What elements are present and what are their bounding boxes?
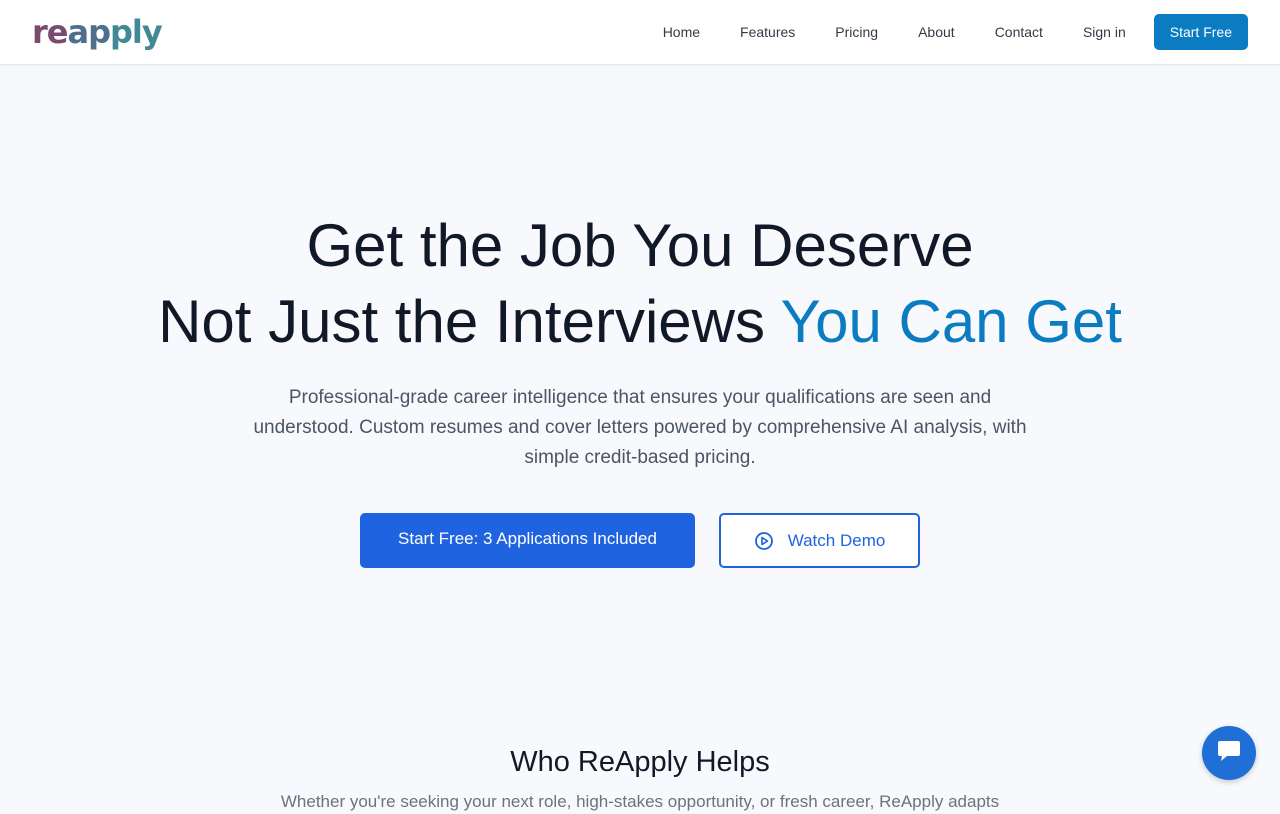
start-free-applications-label: Start Free: 3 Applications Included bbox=[398, 528, 657, 548]
watch-demo-button[interactable]: Watch Demo bbox=[719, 513, 920, 568]
logo-part-3: ply bbox=[109, 13, 163, 51]
section-subtitle: Whether you're seeking your next role, h… bbox=[280, 792, 1000, 811]
hero-title-line-1: Get the Job You Deserve bbox=[306, 212, 974, 279]
nav-about[interactable]: About bbox=[918, 14, 955, 50]
hero-title-line-2-accent: You Can Get bbox=[780, 288, 1122, 355]
nav-contact[interactable]: Contact bbox=[995, 14, 1043, 50]
main-nav: Home Features Pricing About Contact Sign… bbox=[663, 14, 1248, 50]
nav-pricing[interactable]: Pricing bbox=[835, 14, 878, 50]
start-free-button[interactable]: Start Free bbox=[1153, 14, 1248, 50]
watch-demo-label: Watch Demo bbox=[787, 530, 886, 550]
hero-title: Get the Job You Deserve Not Just the Int… bbox=[0, 208, 1280, 360]
reapply-logo[interactable]: re ap ply bbox=[32, 12, 163, 52]
nav-home[interactable]: Home bbox=[663, 14, 700, 50]
nav-sign-in[interactable]: Sign in bbox=[1083, 14, 1126, 50]
chat-widget-button[interactable] bbox=[1202, 726, 1256, 780]
nav-features[interactable]: Features bbox=[740, 14, 795, 50]
site-header: re ap ply Home Features Pricing About Cont… bbox=[0, 0, 1280, 65]
chat-bubble-icon bbox=[1215, 738, 1243, 769]
logo-part-1: re bbox=[32, 13, 68, 51]
section-title: Who ReApply Helps bbox=[510, 746, 770, 778]
hero-title-line-2-prefix: Not Just the Interviews bbox=[158, 288, 781, 355]
hero-subtitle: Professional-grade career intelligence t… bbox=[253, 387, 1027, 468]
start-free-applications-button[interactable]: Start Free: 3 Applications Included bbox=[360, 513, 695, 568]
logo-part-2: ap bbox=[67, 13, 110, 51]
play-circle-icon bbox=[754, 531, 774, 551]
